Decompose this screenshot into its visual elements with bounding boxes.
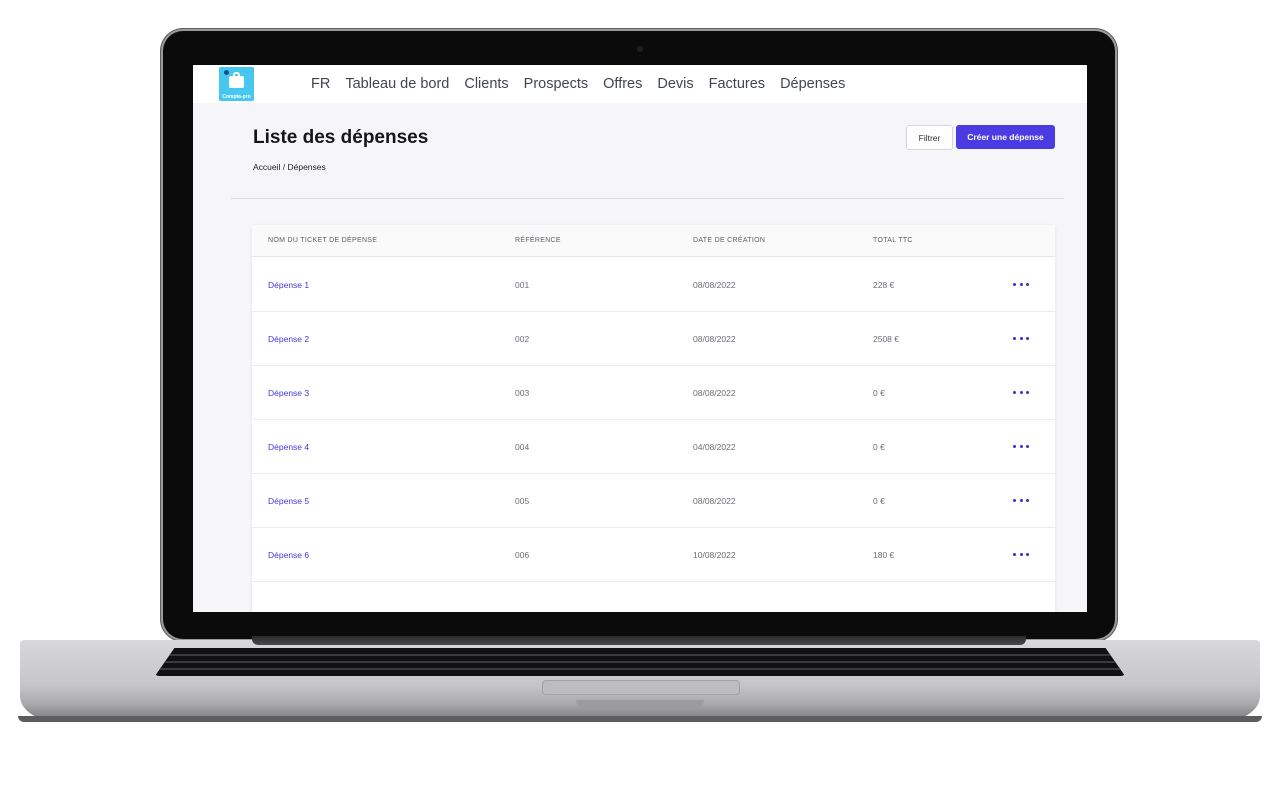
expense-total: 0 € bbox=[873, 496, 885, 506]
table-row[interactable]: Dépense 4 004 04/08/2022 0 € bbox=[252, 419, 1055, 474]
expense-reference: 006 bbox=[515, 550, 530, 560]
more-actions-icon[interactable] bbox=[1013, 497, 1029, 503]
table-row[interactable]: Dépense 5 005 08/08/2022 0 € bbox=[252, 473, 1055, 528]
expense-date: 08/08/2022 bbox=[693, 280, 736, 290]
more-actions-icon[interactable] bbox=[1013, 389, 1029, 395]
expense-reference: 003 bbox=[515, 388, 530, 398]
laptop-notch bbox=[576, 700, 704, 708]
nav-devis[interactable]: Devis bbox=[657, 76, 693, 92]
expense-date: 08/08/2022 bbox=[693, 388, 736, 398]
more-actions-icon[interactable] bbox=[1013, 443, 1029, 449]
app-screen: Compta-pro FR Tableau de bord Clients Pr… bbox=[193, 65, 1087, 612]
laptop-base-edge bbox=[18, 716, 1262, 722]
app-logo[interactable]: Compta-pro bbox=[219, 67, 254, 101]
expense-total: 0 € bbox=[873, 442, 885, 452]
table-row[interactable]: Dépense 6 006 10/08/2022 180 € bbox=[252, 527, 1055, 582]
nav-prospects[interactable]: Prospects bbox=[524, 76, 588, 92]
nav-factures[interactable]: Factures bbox=[709, 76, 765, 92]
top-navbar: Compta-pro FR Tableau de bord Clients Pr… bbox=[193, 65, 1087, 103]
table-header: NOM DU TICKET DE DÉPENSE RÉFÉRENCE DATE … bbox=[252, 225, 1055, 257]
more-actions-icon[interactable] bbox=[1013, 551, 1029, 557]
expense-total: 180 € bbox=[873, 550, 895, 560]
main-nav: FR Tableau de bord Clients Prospects Off… bbox=[311, 76, 860, 92]
trackpad bbox=[542, 680, 740, 695]
expense-date: 10/08/2022 bbox=[693, 550, 736, 560]
nav-depenses[interactable]: Dépenses bbox=[780, 76, 845, 92]
coin-icon bbox=[224, 70, 229, 75]
table-row[interactable]: Dépense 2 002 08/08/2022 2508 € bbox=[252, 311, 1055, 366]
expense-reference: 005 bbox=[515, 496, 530, 506]
header-date: DATE DE CRÉATION bbox=[693, 237, 766, 244]
expense-name-link[interactable]: Dépense 2 bbox=[268, 334, 309, 344]
header-total: TOTAL TTC bbox=[873, 237, 913, 244]
expense-name-link[interactable]: Dépense 6 bbox=[268, 550, 309, 560]
divider bbox=[231, 198, 1064, 199]
expense-total: 2508 € bbox=[873, 334, 899, 344]
camera-dot bbox=[637, 46, 643, 52]
more-actions-icon[interactable] bbox=[1013, 281, 1029, 287]
expense-reference: 001 bbox=[515, 280, 530, 290]
filter-button[interactable]: Filtrer bbox=[906, 125, 953, 150]
briefcase-icon bbox=[229, 72, 244, 88]
nav-offres[interactable]: Offres bbox=[603, 76, 642, 92]
header-name: NOM DU TICKET DE DÉPENSE bbox=[268, 237, 378, 244]
expense-date: 04/08/2022 bbox=[693, 442, 736, 452]
expense-name-link[interactable]: Dépense 3 bbox=[268, 388, 309, 398]
expense-name-link[interactable]: Dépense 5 bbox=[268, 496, 309, 506]
more-actions-icon[interactable] bbox=[1013, 335, 1029, 341]
page-title: Liste des dépenses bbox=[253, 127, 429, 148]
expense-name-link[interactable]: Dépense 4 bbox=[268, 442, 309, 452]
header-reference: RÉFÉRENCE bbox=[515, 237, 561, 244]
expense-date: 08/08/2022 bbox=[693, 496, 736, 506]
laptop-hinge bbox=[252, 636, 1026, 645]
breadcrumb[interactable]: Accueil / Dépenses bbox=[253, 162, 326, 172]
create-expense-button[interactable]: Créer une dépense bbox=[956, 125, 1055, 149]
expense-name-link[interactable]: Dépense 1 bbox=[268, 280, 309, 290]
table-row[interactable]: Dépense 1 001 08/08/2022 228 € bbox=[252, 257, 1055, 312]
nav-language[interactable]: FR bbox=[311, 76, 330, 92]
nav-clients[interactable]: Clients bbox=[464, 76, 508, 92]
expense-total: 228 € bbox=[873, 280, 895, 290]
expense-reference: 002 bbox=[515, 334, 530, 344]
expense-total: 0 € bbox=[873, 388, 885, 398]
logo-text: Compta-pro bbox=[222, 94, 251, 100]
nav-tableau-de-bord[interactable]: Tableau de bord bbox=[345, 76, 449, 92]
table-row[interactable]: Dépense 3 003 08/08/2022 0 € bbox=[252, 365, 1055, 420]
keyboard bbox=[155, 648, 1125, 676]
expense-reference: 004 bbox=[515, 442, 530, 452]
expense-date: 08/08/2022 bbox=[693, 334, 736, 344]
expenses-table: NOM DU TICKET DE DÉPENSE RÉFÉRENCE DATE … bbox=[252, 225, 1055, 612]
